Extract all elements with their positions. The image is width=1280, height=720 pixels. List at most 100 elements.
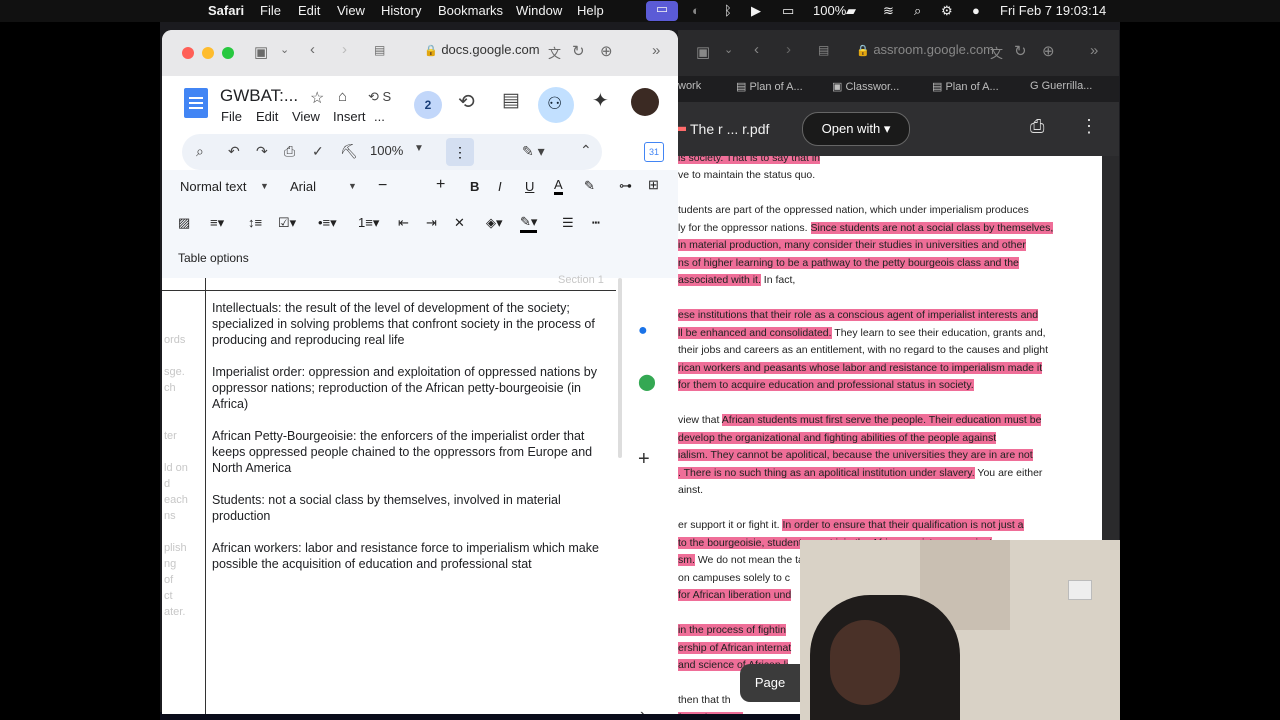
- zoom-select[interactable]: 100%: [370, 143, 403, 158]
- table-options-button[interactable]: Table options: [178, 251, 249, 265]
- chevron-down-icon[interactable]: ⌄: [280, 43, 289, 56]
- translate-icon[interactable]: 文: [548, 43, 561, 62]
- tab-overview-icon[interactable]: ▤: [818, 43, 829, 57]
- docs-logo-icon[interactable]: [184, 88, 208, 118]
- definition-petty-bourgeoisie[interactable]: African Petty-Bourgeoisie: the enforcers…: [212, 428, 617, 476]
- increase-indent-icon[interactable]: ⇥: [426, 215, 437, 231]
- more-tabs-icon[interactable]: »: [1090, 42, 1098, 59]
- sidebar-icon[interactable]: ▣: [696, 43, 710, 61]
- download-icon[interactable]: ⊕: [600, 42, 613, 60]
- add-addon-icon[interactable]: +: [638, 448, 650, 471]
- menu-edit[interactable]: Edit: [298, 3, 320, 18]
- app-menu[interactable]: Safari: [208, 3, 244, 18]
- docs-menu-view[interactable]: View: [292, 109, 320, 124]
- forward-icon[interactable]: ›: [786, 41, 791, 58]
- highlight-icon[interactable]: ✎: [584, 178, 595, 194]
- print-icon[interactable]: ⎙: [1030, 116, 1044, 137]
- docs-menu-file[interactable]: File: [221, 109, 242, 124]
- minimize-window-button[interactable]: [202, 47, 214, 59]
- menu-bookmarks[interactable]: Bookmarks: [438, 3, 503, 18]
- align-icon[interactable]: ≡▾: [210, 215, 224, 231]
- editing-mode-icon[interactable]: ✎ ▾: [522, 143, 545, 160]
- maps-icon[interactable]: ⬤: [638, 372, 656, 392]
- definition-students[interactable]: Students: not a social class by themselv…: [212, 492, 617, 524]
- move-icon[interactable]: ⌂: [338, 88, 347, 105]
- docs-menu-more[interactable]: ...: [374, 109, 385, 124]
- border-color-icon[interactable]: ✎▾: [520, 214, 538, 233]
- translate-icon[interactable]: 文: [990, 43, 1003, 62]
- reload-icon[interactable]: ↻: [1014, 42, 1027, 60]
- tab-plan-of-action-2[interactable]: ▤ Plan of A...: [932, 80, 999, 93]
- checklist-icon[interactable]: ☑▾: [278, 215, 296, 231]
- more-options-icon[interactable]: ⋮: [1080, 116, 1098, 137]
- print-icon[interactable]: ⎙: [284, 143, 295, 160]
- siri-icon[interactable]: ●: [972, 3, 980, 18]
- scrollbar[interactable]: [618, 278, 622, 458]
- reload-icon[interactable]: ↻: [572, 42, 585, 60]
- border-dash-icon[interactable]: ┅: [592, 215, 600, 231]
- contacts-icon[interactable]: ●: [638, 322, 648, 340]
- close-window-button[interactable]: [182, 47, 194, 59]
- more-options-icon[interactable]: ⋮: [446, 138, 474, 166]
- zoom-window-button[interactable]: [222, 47, 234, 59]
- menu-file[interactable]: File: [260, 3, 281, 18]
- menu-view[interactable]: View: [337, 3, 365, 18]
- back-icon[interactable]: ‹: [310, 41, 315, 58]
- avatar[interactable]: [631, 88, 659, 116]
- page-indicator[interactable]: Page: [740, 664, 800, 702]
- border-width-icon[interactable]: ☰: [562, 215, 574, 231]
- version-history-icon[interactable]: ⟲: [458, 89, 475, 114]
- control-center-icon[interactable]: ⚙: [941, 3, 953, 19]
- underline-icon[interactable]: U: [525, 179, 534, 194]
- gemini-icon[interactable]: ✦: [592, 88, 609, 113]
- document-canvas[interactable]: Section 1 ords sge. ch ter ld on d each …: [162, 274, 617, 714]
- increase-font-size-icon[interactable]: +: [436, 176, 445, 194]
- document-title[interactable]: GWBAT:...: [220, 86, 298, 106]
- calendar-icon[interactable]: 31: [644, 142, 664, 162]
- tab-plan-of-action-1[interactable]: ▤ Plan of A...: [736, 80, 803, 93]
- insert-link-icon[interactable]: ⊶: [619, 178, 632, 194]
- do-not-disturb-icon[interactable]: ◐: [692, 3, 700, 18]
- hide-menus-icon[interactable]: ⌃: [580, 142, 592, 159]
- tab-overview-icon[interactable]: ▤: [374, 43, 385, 57]
- text-color-icon[interactable]: A: [554, 177, 563, 195]
- paragraph-style-select[interactable]: Normal text: [180, 179, 246, 194]
- address-bar[interactable]: 🔒 docs.google.com: [424, 42, 540, 57]
- menu-help[interactable]: Help: [577, 3, 604, 18]
- spellcheck-icon[interactable]: ✓: [312, 143, 324, 160]
- tab-work[interactable]: work: [678, 80, 701, 92]
- sync-icon[interactable]: ⟲ S: [368, 89, 391, 105]
- collaborator-count-badge[interactable]: 2: [414, 91, 442, 119]
- docs-menu-edit[interactable]: Edit: [256, 109, 278, 124]
- bluetooth-icon[interactable]: ᛒ: [724, 3, 732, 18]
- line-spacing-icon[interactable]: ↕≡: [248, 215, 262, 230]
- address-bar[interactable]: 🔒 assroom.google.com: [856, 42, 994, 57]
- definition-imperialist-order[interactable]: Imperialist order: oppression and exploi…: [212, 364, 617, 412]
- open-with-button[interactable]: Open with ▾: [802, 112, 910, 146]
- battery-icon[interactable]: ▰: [846, 3, 856, 19]
- definition-african-workers[interactable]: African workers: labor and resistance fo…: [212, 540, 617, 572]
- bold-icon[interactable]: B: [470, 179, 479, 194]
- clock[interactable]: Fri Feb 7 19:03:14: [1000, 3, 1106, 18]
- style-chevron-icon[interactable]: ▼: [260, 181, 269, 191]
- add-comment-icon[interactable]: ⊞: [648, 177, 659, 193]
- menu-history[interactable]: History: [381, 3, 421, 18]
- tab-guerrilla[interactable]: G Guerrilla...: [1030, 80, 1092, 92]
- star-icon[interactable]: ☆: [310, 88, 324, 108]
- chevron-down-icon[interactable]: ⌄: [724, 43, 733, 56]
- italic-icon[interactable]: I: [498, 179, 502, 194]
- clear-formatting-icon[interactable]: ✕: [454, 215, 465, 231]
- zoom-chevron-icon[interactable]: ▼: [414, 143, 424, 154]
- numbered-list-icon[interactable]: 1≡▾: [358, 215, 379, 231]
- comments-icon[interactable]: ▤: [502, 89, 520, 112]
- forward-icon[interactable]: ›: [342, 41, 347, 58]
- font-select[interactable]: Arial: [290, 179, 316, 194]
- docs-menu-insert[interactable]: Insert: [333, 109, 366, 124]
- share-button[interactable]: ⚇: [538, 87, 574, 123]
- bulleted-list-icon[interactable]: •≡▾: [318, 215, 337, 231]
- spotlight-search-icon[interactable]: ⌕: [914, 3, 921, 19]
- sidebar-icon[interactable]: ▣: [254, 43, 268, 61]
- definition-intellectuals[interactable]: Intellectuals: the result of the level o…: [212, 300, 617, 348]
- tab-classwork[interactable]: ▣ Classwor...: [832, 80, 899, 93]
- search-menus-icon[interactable]: ⌕: [196, 143, 204, 160]
